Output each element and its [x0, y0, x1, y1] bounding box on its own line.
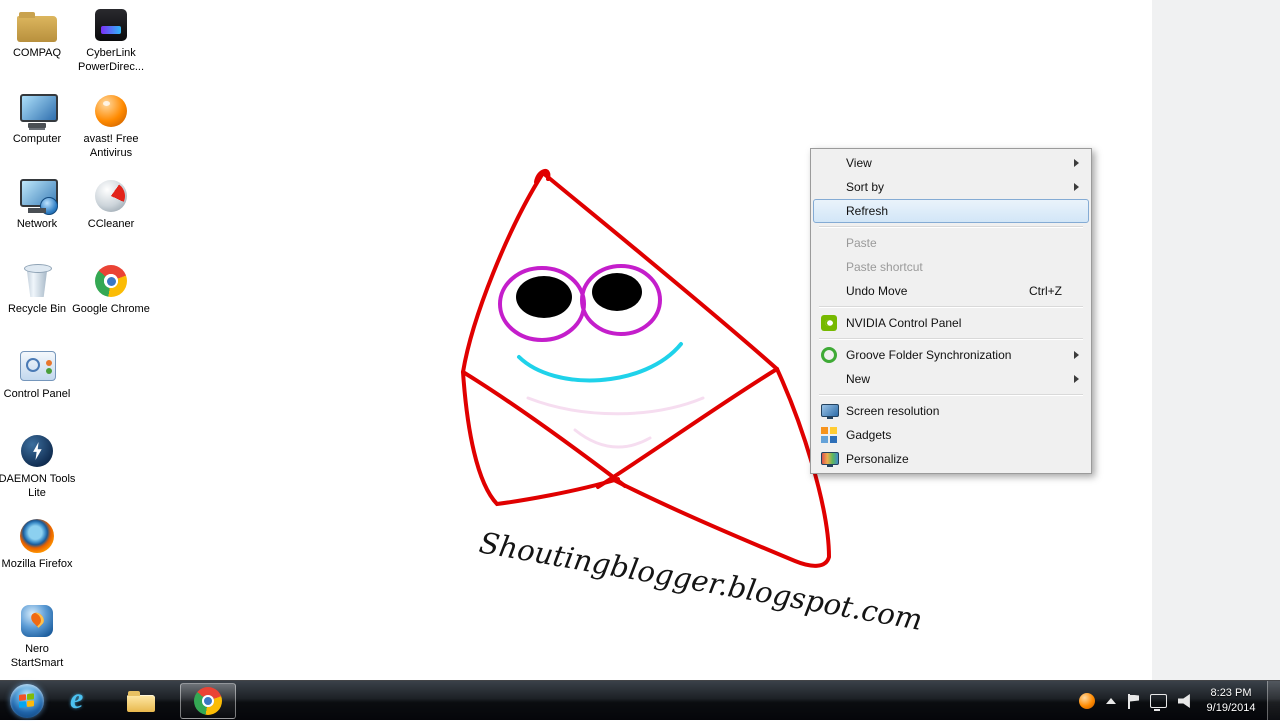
internet-explorer-icon [66, 686, 96, 716]
daemon-tools-icon [16, 432, 58, 470]
network-icon [16, 177, 58, 215]
taskbar-explorer-button[interactable] [118, 683, 164, 719]
clock-date: 9/19/2014 [1198, 701, 1264, 716]
volume-icon[interactable] [1178, 694, 1192, 708]
system-tray [1079, 681, 1192, 721]
ccleaner-icon [90, 177, 132, 215]
menu-item-undo-move[interactable]: Undo Move Ctrl+Z [813, 279, 1089, 303]
taskbar-internet-explorer-button[interactable] [58, 683, 104, 719]
folder-icon [16, 6, 58, 44]
watermark-text: Shoutingblogger.blogspot.com [477, 525, 925, 636]
tray-chrome-icon[interactable] [1079, 693, 1095, 709]
chrome-icon [90, 262, 132, 300]
action-center-icon[interactable] [1127, 694, 1139, 709]
menu-item-gadgets[interactable]: Gadgets [813, 423, 1089, 447]
submenu-arrow-icon [1074, 351, 1079, 359]
menu-item-nvidia-control-panel[interactable]: NVIDIA Control Panel [813, 311, 1089, 335]
desktop-icon-cyberlink[interactable]: CyberLink PowerDirec... [72, 6, 150, 74]
menu-separator [819, 306, 1083, 308]
menu-item-paste[interactable]: Paste [813, 231, 1089, 255]
desktop-icon-avast[interactable]: avast! Free Antivirus [72, 92, 150, 160]
show-hidden-icons-button[interactable] [1106, 698, 1116, 704]
show-desktop-button[interactable] [1267, 681, 1280, 721]
personalize-icon [821, 452, 839, 465]
wallpaper-edge [1152, 0, 1280, 680]
submenu-arrow-icon [1074, 159, 1079, 167]
menu-item-paste-shortcut[interactable]: Paste shortcut [813, 255, 1089, 279]
desktop-icon-firefox[interactable]: Mozilla Firefox [0, 517, 76, 571]
menu-separator [819, 226, 1083, 228]
desktop-icon-label: avast! Free Antivirus [72, 132, 150, 160]
desktop-icon-network[interactable]: Network [0, 177, 76, 231]
desktop-context-menu: View Sort by Refresh Paste Paste shortcu… [810, 148, 1092, 474]
desktop-icon-compaq[interactable]: COMPAQ [0, 6, 76, 60]
taskbar: 8:23 PM 9/19/2014 [0, 680, 1280, 720]
menu-item-refresh[interactable]: Refresh [813, 199, 1089, 223]
desktop-icon-chrome[interactable]: Google Chrome [72, 262, 150, 316]
avast-icon [90, 92, 132, 130]
desktop-icon-label: Mozilla Firefox [0, 557, 76, 571]
nero-icon [16, 602, 58, 640]
taskbar-chrome-button[interactable] [180, 683, 236, 719]
groove-icon [821, 347, 837, 363]
clock-time: 8:23 PM [1198, 686, 1264, 701]
desktop-icon-label: Recycle Bin [0, 302, 76, 316]
desktop-icon-label: DAEMON Tools Lite [0, 472, 76, 500]
menu-separator [819, 394, 1083, 396]
menu-item-view[interactable]: View [813, 151, 1089, 175]
desktop-icon-recycle-bin[interactable]: Recycle Bin [0, 262, 76, 316]
taskbar-clock[interactable]: 8:23 PM 9/19/2014 [1198, 686, 1264, 716]
network-status-icon[interactable] [1150, 694, 1167, 708]
desktop-icon-label: Nero StartSmart [0, 642, 76, 670]
desktop-icon-ccleaner[interactable]: CCleaner [72, 177, 150, 231]
control-panel-icon [16, 347, 58, 385]
screen-resolution-icon [821, 404, 839, 417]
desktop-icon-control-panel[interactable]: Control Panel [0, 347, 76, 401]
chrome-icon [194, 687, 222, 715]
menu-item-new[interactable]: New [813, 367, 1089, 391]
menu-separator [819, 338, 1083, 340]
desktop-icon-computer[interactable]: Computer [0, 92, 76, 146]
windows-logo-icon [19, 693, 35, 709]
desktop-icon-label: Control Panel [0, 387, 76, 401]
desktop-icon-label: Computer [0, 132, 76, 146]
shortcut-hint: Ctrl+Z [1029, 280, 1062, 302]
desktop: Shoutingblogger.blogspot.com COMPAQ Comp… [0, 0, 1280, 680]
desktop-icon-label: CyberLink PowerDirec... [72, 46, 150, 74]
menu-item-personalize[interactable]: Personalize [813, 447, 1089, 471]
firefox-icon [16, 517, 58, 555]
cyberlink-icon [90, 6, 132, 44]
submenu-arrow-icon [1074, 183, 1079, 191]
desktop-icon-label: Network [0, 217, 76, 231]
menu-item-sort-by[interactable]: Sort by [813, 175, 1089, 199]
gadgets-icon [821, 427, 837, 443]
desktop-icon-label: CCleaner [72, 217, 150, 231]
desktop-icon-nero[interactable]: Nero StartSmart [0, 602, 76, 670]
desktop-icon-label: COMPAQ [0, 46, 76, 60]
menu-item-screen-resolution[interactable]: Screen resolution [813, 399, 1089, 423]
computer-icon [16, 92, 58, 130]
menu-item-groove-folder-sync[interactable]: Groove Folder Synchronization [813, 343, 1089, 367]
desktop-icon-daemon-tools[interactable]: DAEMON Tools Lite [0, 432, 76, 500]
desktop-icon-label: Google Chrome [72, 302, 150, 316]
explorer-folder-icon [126, 689, 156, 713]
start-button[interactable] [10, 684, 44, 718]
submenu-arrow-icon [1074, 375, 1079, 383]
recycle-bin-icon [16, 262, 58, 300]
nvidia-icon [821, 315, 837, 331]
